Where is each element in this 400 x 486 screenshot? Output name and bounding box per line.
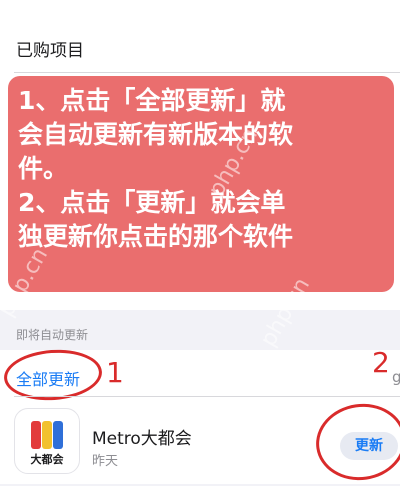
- annotation-line: 件。: [18, 154, 69, 183]
- app-name[interactable]: Metro大都会: [92, 424, 192, 449]
- app-update-date: 昨天: [92, 454, 119, 469]
- annotation-marker: 2: [372, 346, 390, 379]
- list-divider: [14, 72, 400, 73]
- annotation-line: 1、点击「全部更新」就: [18, 86, 286, 115]
- section-footer: 即将自动更新: [16, 328, 89, 342]
- annotation-line: 独更新你点击的那个软件: [18, 222, 294, 251]
- edge-text: g: [392, 368, 400, 386]
- logo-bar-red: [31, 421, 41, 449]
- logo-bar-yellow: [42, 421, 52, 449]
- annotation-line: 会自动更新有新版本的软: [18, 120, 294, 149]
- logo-bar-blue: [53, 421, 63, 449]
- annotation-marker: 1: [106, 356, 124, 389]
- annotation-text: 1、点击「全部更新」就 会自动更新有新版本的软 件。 2、点击「更新」就会单 独…: [18, 84, 388, 254]
- app-icon[interactable]: 大都会: [14, 408, 80, 474]
- app-icon-label: 大都会: [30, 453, 64, 466]
- section-title: 已购项目: [16, 41, 84, 61]
- row-divider: [14, 396, 400, 397]
- annotation-line: 2、点击「更新」就会单: [18, 188, 286, 217]
